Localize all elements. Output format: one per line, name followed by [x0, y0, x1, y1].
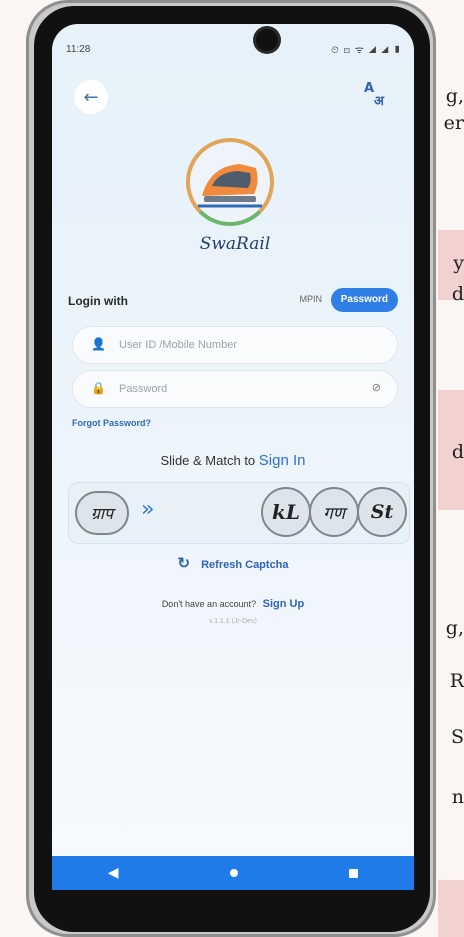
- status-icons: ⏲ ⊡ ᯤ ◢ ◢ ▮: [330, 45, 402, 56]
- user-id-field[interactable]: 👤 User ID /Mobile Number: [72, 326, 398, 364]
- refresh-icon: ↻: [177, 555, 191, 572]
- sign-up-link[interactable]: Sign Up: [263, 598, 305, 610]
- login-mode-row: Login with MPIN Password: [68, 286, 398, 314]
- translate-icon: A अ: [364, 81, 384, 109]
- password-toggle[interactable]: Password: [330, 288, 398, 312]
- language-toggle-button[interactable]: A अ: [364, 82, 396, 114]
- password-placeholder: Password: [119, 383, 168, 395]
- signup-row: Don't have an account? Sign Up: [52, 598, 414, 610]
- user-id-placeholder: User ID /Mobile Number: [119, 339, 237, 351]
- eye-off-icon[interactable]: ⊘: [372, 381, 381, 394]
- forgot-password-link[interactable]: Forgot Password?: [72, 418, 151, 428]
- nav-recents-icon[interactable]: [349, 868, 359, 878]
- back-button[interactable]: ←: [74, 80, 108, 114]
- captcha-caption: Slide & Match to Sign In: [160, 452, 306, 469]
- version-label: v.1.1.1 (Jr-Dev): [209, 618, 257, 625]
- captcha-option[interactable]: St: [357, 487, 407, 537]
- front-camera: [256, 29, 278, 51]
- system-nav-bar: ◀: [52, 856, 414, 890]
- captcha-option[interactable]: गण: [309, 487, 359, 537]
- arrow-left-icon: ←: [83, 86, 99, 108]
- refresh-captcha-label: Refresh Captcha: [201, 559, 289, 571]
- mpin-toggle[interactable]: MPIN: [300, 294, 323, 304]
- lock-icon: 🔒: [91, 381, 106, 395]
- login-with-label: Login with: [68, 294, 128, 308]
- captcha-slider-handle[interactable]: ग्राप: [75, 491, 129, 535]
- password-field[interactable]: 🔒 Password ⊘: [72, 370, 398, 408]
- chevron-right-icon: »: [141, 497, 155, 522]
- signup-prompt: Don't have an account?: [161, 599, 257, 609]
- sign-in-label: Sign In: [258, 452, 306, 469]
- person-icon: 👤: [91, 337, 106, 351]
- app-screen: 11:28 ⏲ ⊡ ᯤ ◢ ◢ ▮ ← A अ SwaRail Login wi…: [52, 24, 414, 890]
- logo-wordmark: SwaRail: [199, 234, 271, 254]
- nav-home-icon[interactable]: [229, 869, 238, 877]
- status-bar: 11:28 ⏲ ⊡ ᯤ ◢ ◢ ▮: [52, 24, 414, 62]
- background-stripe: [438, 880, 464, 937]
- refresh-captcha-button[interactable]: ↻ Refresh Captcha: [52, 554, 414, 572]
- swarail-logo: SwaRail: [180, 134, 290, 274]
- status-time: 11:28: [66, 44, 91, 55]
- train-icon: [198, 164, 262, 208]
- logo-emblem: [186, 138, 274, 226]
- captcha-option[interactable]: kL: [261, 487, 311, 537]
- captcha-slider-track[interactable]: ग्राप » kL गण St: [68, 482, 410, 544]
- nav-back-icon[interactable]: ◀: [108, 865, 119, 881]
